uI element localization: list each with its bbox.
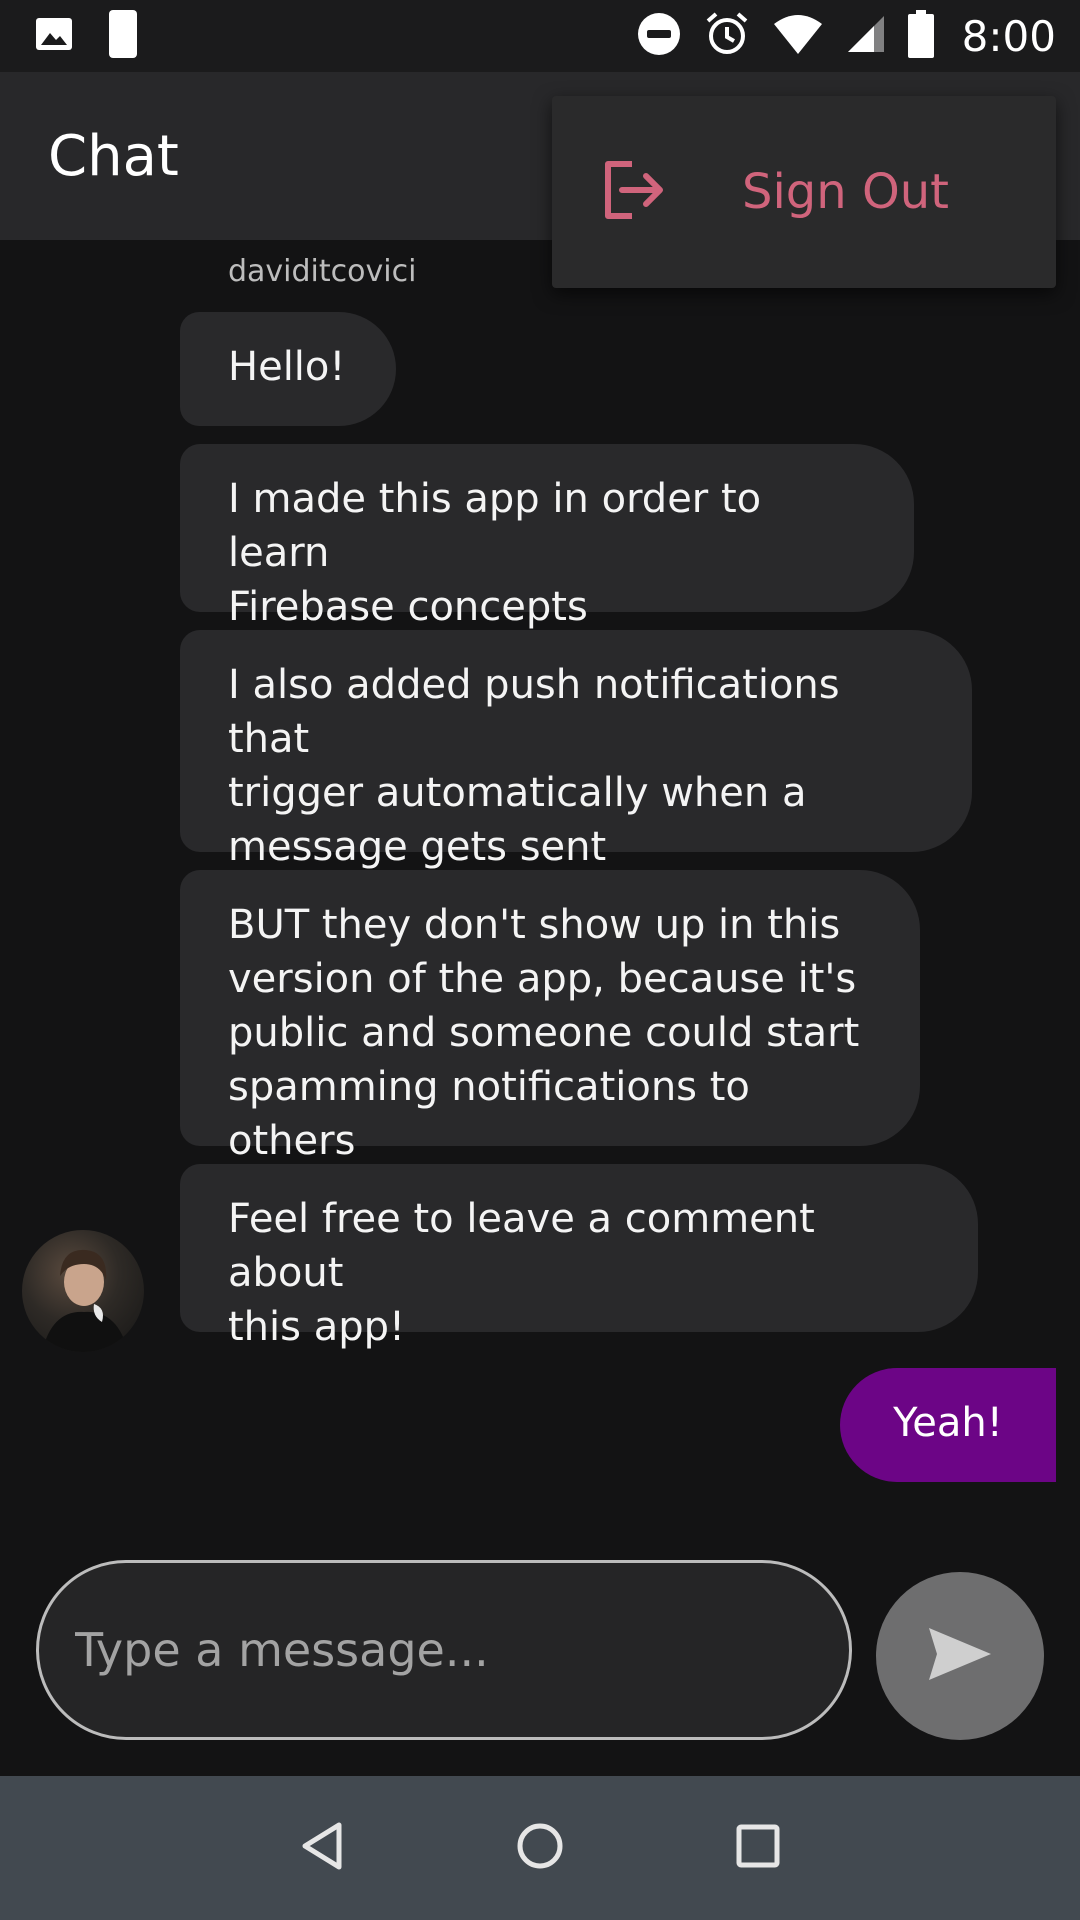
do-not-disturb-icon <box>636 11 682 61</box>
image-icon <box>34 14 74 58</box>
sender-name: daviditcovici <box>228 254 417 289</box>
my-message-bubble[interactable]: Yeah! <box>840 1368 1056 1482</box>
sign-out-menu-item[interactable]: Sign Out <box>602 160 949 224</box>
recents-icon <box>735 1823 781 1873</box>
message-bubble[interactable]: I made this app in order to learn Fireba… <box>180 444 914 630</box>
message-bubble[interactable]: Feel free to leave a comment about this … <box>180 1164 978 1350</box>
sign-out-label: Sign Out <box>742 164 949 220</box>
message-bubble[interactable]: BUT they don't show up in this version o… <box>180 870 920 1164</box>
wifi-icon <box>772 12 824 60</box>
alarm-icon <box>704 11 750 61</box>
home-icon <box>515 1821 565 1875</box>
avatar[interactable] <box>22 1230 144 1352</box>
message-bubble[interactable]: Hello! <box>180 312 396 426</box>
message-list[interactable]: daviditcovici Hello! I made this app in … <box>0 240 1080 1530</box>
battery-icon <box>907 10 934 62</box>
overflow-menu: Sign Out <box>552 96 1056 288</box>
back-button[interactable] <box>272 1798 372 1898</box>
signal-icon <box>846 14 886 58</box>
home-button[interactable] <box>490 1798 590 1898</box>
navigation-bar <box>0 1776 1080 1920</box>
recents-button[interactable] <box>708 1798 808 1898</box>
message-bubble[interactable]: I also added push notifications that tri… <box>180 630 972 870</box>
send-button[interactable] <box>876 1572 1044 1740</box>
chat-screen: 8:00 Chat daviditcovici Hello! I made th… <box>0 0 1080 1920</box>
logout-icon <box>602 160 666 224</box>
back-icon <box>299 1821 345 1875</box>
send-icon <box>925 1624 995 1688</box>
sim-card-icon <box>108 9 138 63</box>
page-title: Chat <box>48 123 179 189</box>
status-time: 8:00 <box>961 11 1056 61</box>
status-bar: 8:00 <box>0 0 1080 72</box>
message-input[interactable] <box>36 1560 852 1740</box>
